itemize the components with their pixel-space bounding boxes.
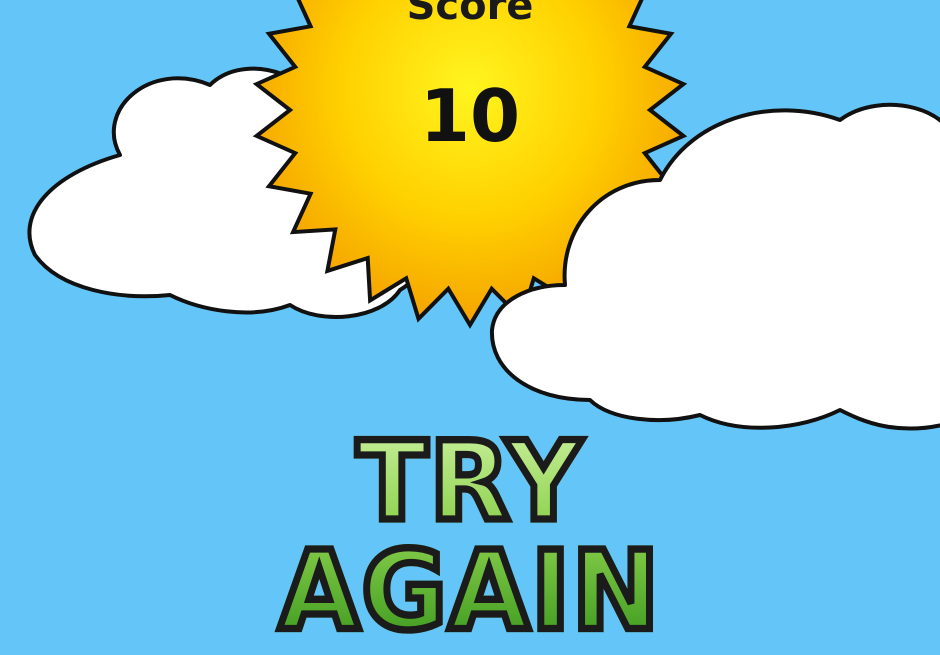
try-again-button[interactable]: TRY AGAIN [170, 423, 770, 649]
score-label: Score [406, 0, 534, 29]
score-value: 10 [419, 74, 521, 158]
